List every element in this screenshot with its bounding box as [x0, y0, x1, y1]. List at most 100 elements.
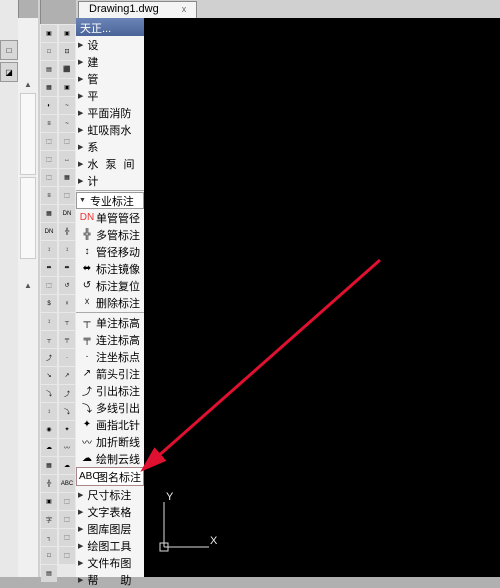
menu-item[interactable]: ↺标注复位 [76, 277, 144, 294]
menu-item[interactable]: ╬多管标注 [76, 226, 144, 243]
tool-icon[interactable]: □ [41, 43, 57, 60]
menu-item-drawing-name-annotation[interactable]: ABC图名标注 [76, 467, 144, 486]
menu-item[interactable]: ▶尺寸标注 [76, 486, 144, 503]
tool-icon[interactable]: ▣ [59, 79, 75, 96]
tool-icon[interactable]: ABC [59, 475, 75, 492]
tool-icon[interactable]: ⬛ [59, 61, 75, 78]
tool-icon[interactable]: ☁ [59, 457, 75, 474]
tool-icon[interactable]: ⬚ [41, 133, 57, 150]
collapse-arrow-icon[interactable]: ▲ [18, 279, 38, 292]
tool-icon[interactable]: ⬚ [41, 277, 57, 294]
menu-item[interactable]: ⤴引出标注 [76, 382, 144, 399]
tool-icon[interactable]: ⬚ [41, 151, 57, 168]
tool-icon[interactable]: ┬ [41, 331, 57, 348]
menu-item[interactable]: ⬌标注镜像 [76, 260, 144, 277]
menu-item[interactable]: ☓删除标注 [76, 294, 144, 311]
menu-item[interactable]: ↗箭头引注 [76, 365, 144, 382]
menu-item[interactable]: ↕管径移动 [76, 243, 144, 260]
tool-icon[interactable]: ☓ [59, 295, 75, 312]
menu-item[interactable]: ┬单注标高 [76, 314, 144, 331]
menu-item[interactable]: ▶系 统 [76, 138, 144, 155]
menu-item[interactable]: ▶管 线 [76, 70, 144, 87]
tool-icon[interactable]: ▤ [41, 565, 57, 582]
tool-icon[interactable]: · [59, 349, 75, 366]
tool-icon[interactable]: ⬚ [59, 133, 75, 150]
tool-icon[interactable]: ▦ [41, 457, 57, 474]
menu-item-special-annotation[interactable]: ▼ 专业标注 [76, 192, 144, 209]
tool-icon[interactable]: ╬ [59, 223, 75, 240]
tool-icon[interactable]: ✦ [59, 421, 75, 438]
menu-item[interactable]: ▶文字表格 [76, 503, 144, 520]
tool-icon[interactable]: ↺ [59, 277, 75, 294]
menu-item[interactable]: ☁绘制云线 [76, 450, 144, 467]
close-icon[interactable]: x [182, 4, 187, 14]
menu-item[interactable]: DN单管管径 [76, 209, 144, 226]
tool-icon[interactable]: ◉ [41, 421, 57, 438]
tool-icon[interactable]: ╬ [41, 475, 57, 492]
tool-icon[interactable]: ⬌ [41, 259, 57, 276]
menu-header[interactable]: 天正... [76, 18, 144, 36]
tool-icon[interactable]: ⤴ [41, 349, 57, 366]
tool-icon[interactable]: ⤵ [41, 385, 57, 402]
tool-icon[interactable]: ▣ [59, 25, 75, 42]
tool-icon[interactable]: 字 [41, 511, 57, 528]
menu-item[interactable]: ▶图库图层 [76, 520, 144, 537]
menu-item[interactable]: ▶虹吸雨水 [76, 121, 144, 138]
menu-item[interactable]: ▶建 筑 [76, 53, 144, 70]
tool-icon[interactable]: ☁ [41, 439, 57, 456]
tool-icon[interactable]: ▦ [41, 79, 57, 96]
drawing-canvas[interactable]: X Y [144, 18, 500, 577]
menu-item[interactable]: ⤵多线引出 [76, 399, 144, 416]
tool-icon[interactable]: ↕ [41, 313, 57, 330]
tool-icon[interactable]: ≡ [41, 115, 57, 132]
tool-icon[interactable]: ↕ [59, 241, 75, 258]
menu-item[interactable]: ·注坐标点 [76, 348, 144, 365]
tool-icon[interactable]: □ [0, 40, 18, 60]
document-tab[interactable]: Drawing1.dwg x [78, 1, 197, 18]
menu-item[interactable]: ▶帮 助 [76, 571, 144, 588]
tool-icon[interactable]: DN [59, 205, 75, 222]
tool-icon[interactable]: ↘ [41, 367, 57, 384]
menu-item[interactable]: ▶设 置 [76, 36, 144, 53]
tool-icon[interactable]: ┬ [59, 313, 75, 330]
tool-icon[interactable]: □ [41, 547, 57, 564]
tool-icon[interactable]: ◐ [41, 97, 57, 114]
tool-icon[interactable]: ~ [59, 97, 75, 114]
tool-icon[interactable]: DN [41, 223, 57, 240]
tool-icon[interactable]: ▦ [59, 169, 75, 186]
tool-icon[interactable]: ⬚ [59, 529, 75, 546]
tool-icon[interactable]: ⬌ [59, 259, 75, 276]
tool-icon[interactable]: ⬚ [59, 493, 75, 510]
menu-item[interactable]: ▶文件布图 [76, 554, 144, 571]
tool-icon[interactable]: ⤴ [59, 385, 75, 402]
tool-icon[interactable]: ▤ [41, 61, 57, 78]
tool-icon[interactable]: ~ [59, 115, 75, 132]
menu-item[interactable]: ▶绘图工具 [76, 537, 144, 554]
menu-item[interactable]: ▶平面消防 [76, 104, 144, 121]
tool-icon[interactable]: ⬚ [41, 169, 57, 186]
menu-item[interactable]: 〰加折断线 [76, 433, 144, 450]
tool-icon[interactable]: ⬚ [59, 187, 75, 204]
tool-icon[interactable]: ◪ [0, 62, 18, 82]
menu-item[interactable]: ▶计 算 [76, 172, 144, 189]
tool-icon[interactable]: $ [41, 295, 57, 312]
tool-icon[interactable]: ↕ [41, 403, 57, 420]
tool-icon[interactable]: ▣ [41, 493, 57, 510]
tool-icon[interactable]: ↕ [41, 241, 57, 258]
tool-icon[interactable]: ┐ [41, 529, 57, 546]
tool-icon[interactable]: ⬚ [59, 511, 75, 528]
tool-icon[interactable]: 〰 [59, 439, 75, 456]
tool-icon[interactable]: ≡ [41, 187, 57, 204]
tool-icon[interactable]: ↔ [59, 151, 75, 168]
tool-icon[interactable]: ⊡ [59, 43, 75, 60]
tool-icon[interactable]: ⬚ [59, 547, 75, 564]
tool-icon[interactable]: ↗ [59, 367, 75, 384]
menu-item[interactable]: ▶平 面 [76, 87, 144, 104]
menu-item[interactable]: ╤连注标高 [76, 331, 144, 348]
tool-icon[interactable]: ▣ [41, 25, 57, 42]
tool-icon[interactable]: ▦ [41, 205, 57, 222]
collapse-arrow-icon[interactable]: ▲ [18, 78, 38, 91]
menu-item[interactable]: ▶水 泵 间 [76, 155, 144, 172]
tool-icon[interactable]: ⤵ [59, 403, 75, 420]
tool-icon[interactable]: ╤ [59, 331, 75, 348]
